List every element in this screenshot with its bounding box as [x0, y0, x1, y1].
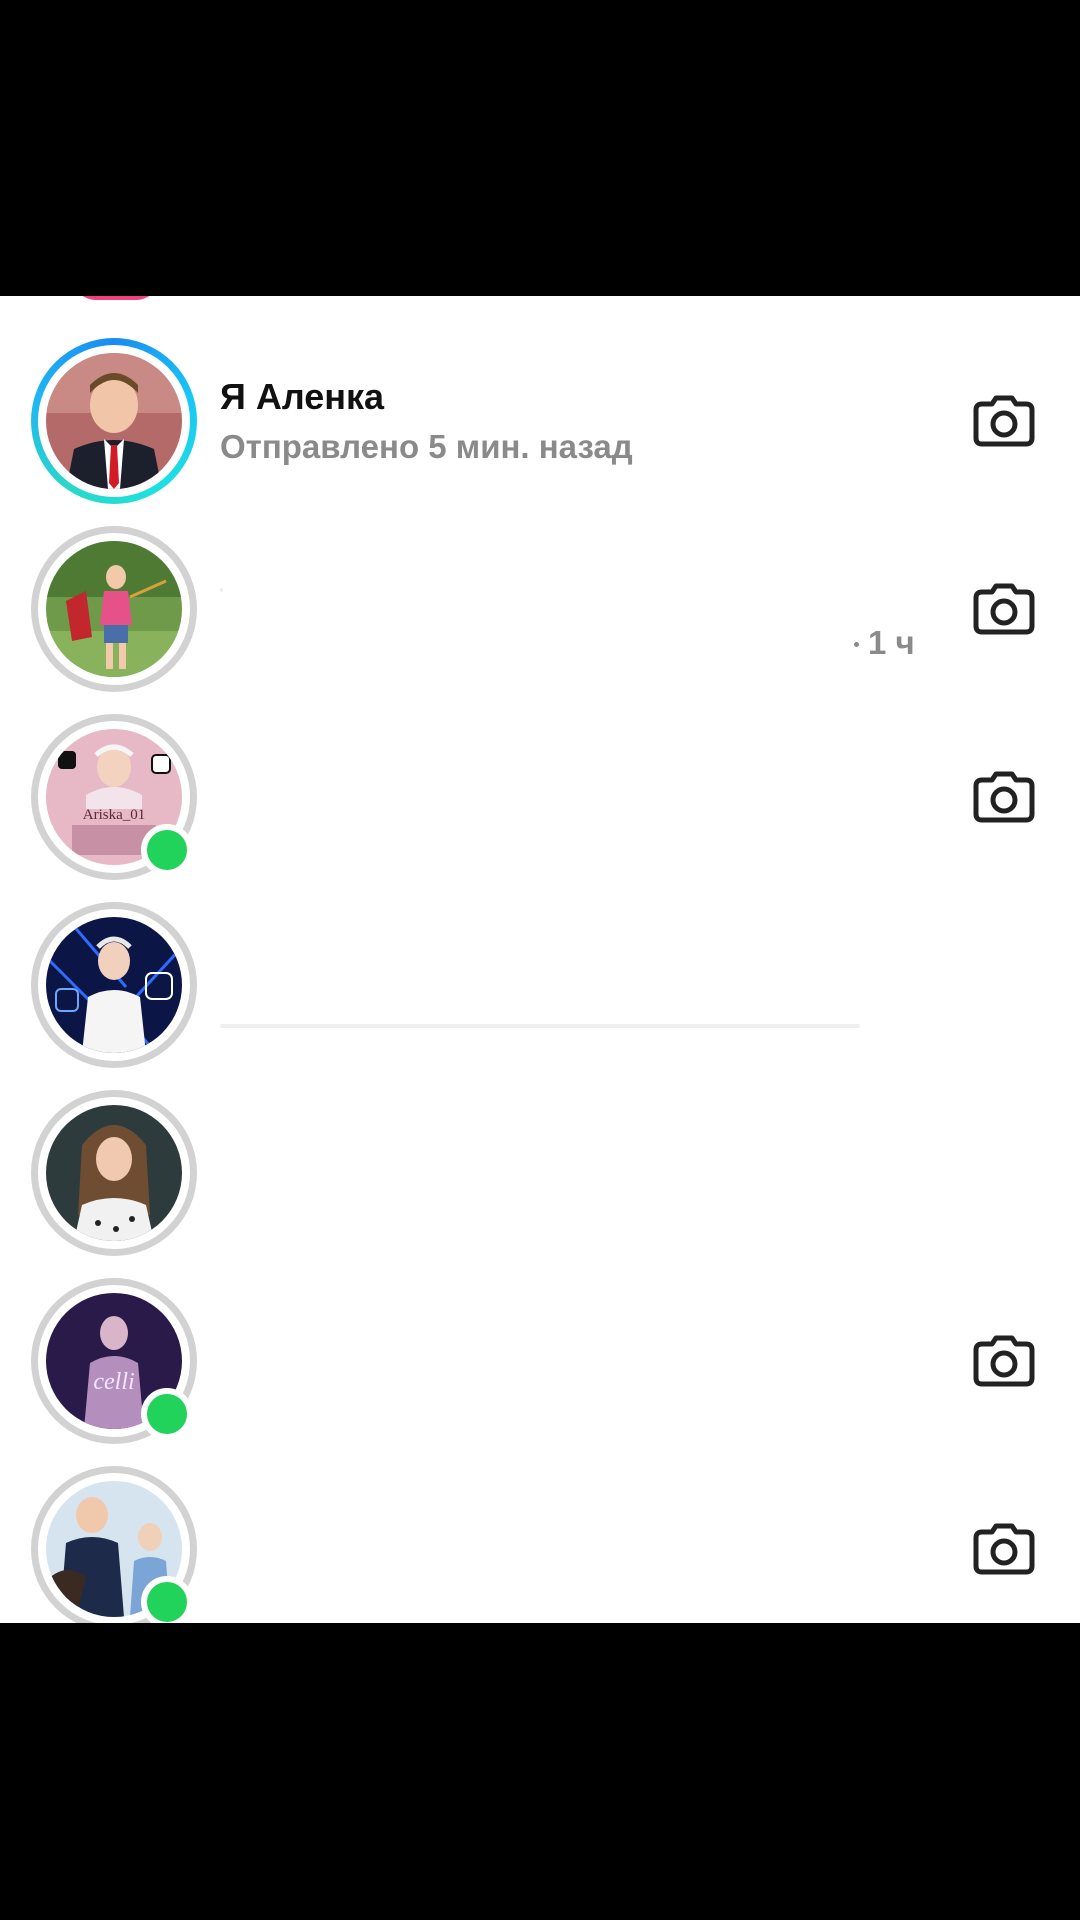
chat-list[interactable]: Я Аленка Отправлено 5 мин. назад 1 ч Ari…	[0, 296, 1080, 1623]
camera-icon[interactable]	[972, 582, 1036, 636]
boy-in-suit-photo-icon	[46, 353, 182, 489]
camera-icon[interactable]	[972, 394, 1036, 448]
chat-status: Отправлено 5 мин. назад	[220, 428, 633, 465]
chat-row[interactable]: Я Аленка Отправлено 5 мин. назад	[0, 338, 1080, 526]
chat-row[interactable]	[0, 1466, 1080, 1623]
avatar-overlay-text: Ariska_01	[83, 807, 146, 823]
avatar[interactable]	[31, 1090, 197, 1256]
top-black-bar	[0, 0, 1080, 296]
previous-avatar-peek	[72, 296, 160, 300]
chat-time: 1 ч	[868, 624, 915, 661]
avatar[interactable]: celli	[31, 1278, 197, 1444]
bottom-black-bar	[0, 1623, 1080, 1920]
chat-row[interactable]	[0, 902, 1080, 1090]
girl-archery-photo-icon	[46, 541, 182, 677]
avatar[interactable]: Ariska_01	[31, 714, 197, 880]
blurred-text	[220, 1024, 860, 1028]
avatar-overlay-text: celli	[93, 1369, 134, 1395]
chat-row[interactable]	[0, 1090, 1080, 1278]
online-indicator	[141, 1576, 193, 1623]
chat-name: Я Аленка	[220, 376, 385, 417]
girl-portrait-photo-icon	[46, 1105, 182, 1241]
chat-row[interactable]: Ariska_01	[0, 714, 1080, 902]
screen: Я Аленка Отправлено 5 мин. назад 1 ч Ari…	[0, 0, 1080, 1920]
avatar[interactable]	[31, 526, 197, 692]
camera-icon[interactable]	[972, 1522, 1036, 1576]
camera-icon[interactable]	[972, 1334, 1036, 1388]
avatar-story-ring[interactable]	[31, 338, 197, 504]
chat-row[interactable]: 1 ч	[0, 526, 1080, 714]
blurred-text	[220, 588, 223, 592]
avatar[interactable]	[31, 1466, 197, 1623]
online-indicator	[141, 824, 193, 876]
avatar[interactable]	[31, 902, 197, 1068]
online-indicator	[141, 1388, 193, 1440]
camera-icon[interactable]	[972, 770, 1036, 824]
time-separator-dot	[854, 642, 859, 647]
blue-neon-edit-photo-icon	[46, 917, 182, 1053]
chat-row[interactable]: celli	[0, 1278, 1080, 1466]
